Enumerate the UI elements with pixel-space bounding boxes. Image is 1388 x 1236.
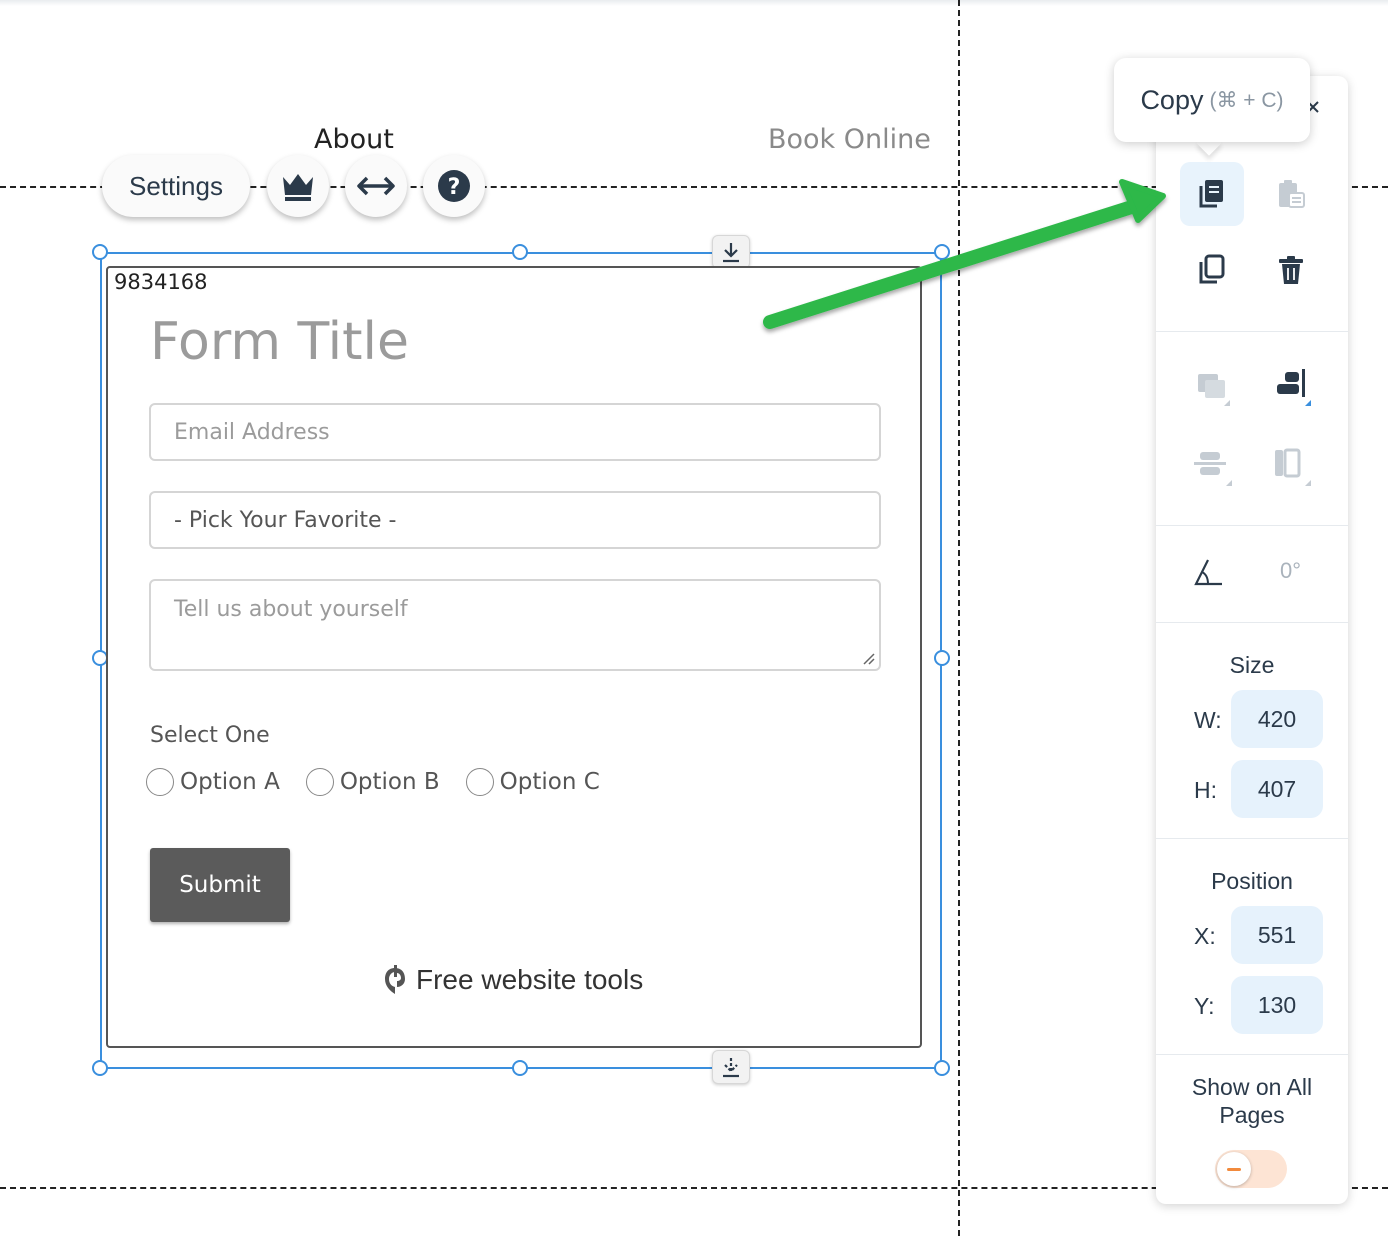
about-textarea[interactable]: Tell us about yourself [149, 579, 881, 671]
radio-button[interactable] [146, 768, 174, 796]
resize-handle-bottom-left[interactable] [92, 1060, 108, 1076]
horizontal-arrows-icon [357, 176, 395, 196]
radio-option-a[interactable]: Option A [146, 768, 280, 796]
nav-link-book-online[interactable]: Book Online [768, 124, 931, 155]
resize-handle-bottom[interactable] [512, 1060, 528, 1076]
width-label: W: [1194, 707, 1222, 733]
toggle-knob [1217, 1152, 1251, 1186]
align-right-icon [1277, 369, 1311, 406]
copy-tooltip: Copy (⌘ + C) [1114, 58, 1310, 142]
angle-icon [1194, 559, 1222, 586]
resize-handle-right[interactable] [934, 650, 950, 666]
tooltip-label: Copy [1140, 84, 1204, 115]
rotation-value[interactable]: 0° [1280, 558, 1301, 584]
height-input[interactable]: 407 [1231, 760, 1323, 818]
tooltip-shortcut: (⌘ + C) [1209, 88, 1284, 112]
guide-line-right [958, 0, 960, 1236]
submit-button[interactable]: Submit [150, 848, 290, 922]
radio-group: Option A Option B Option C [146, 768, 600, 796]
copy-icon [1199, 180, 1223, 208]
stretch-button[interactable] [345, 155, 407, 217]
radio-option-c[interactable]: Option C [465, 768, 600, 796]
nav-link-about[interactable]: About [314, 124, 394, 155]
power-logo-icon [385, 965, 405, 994]
x-label: X: [1194, 923, 1216, 949]
paste-icon [1279, 180, 1305, 208]
match-size-icon [1275, 448, 1311, 486]
anchor-bottom-button[interactable] [712, 1050, 750, 1084]
help-icon: ? [438, 170, 470, 202]
width-input[interactable]: 420 [1231, 690, 1323, 748]
copy-button[interactable] [1180, 162, 1244, 226]
panel-separator [1156, 525, 1348, 526]
align-button[interactable] [1259, 354, 1323, 418]
height-label: H: [1194, 777, 1217, 803]
align-center-icon [1194, 452, 1232, 486]
show-all-pages-toggle[interactable] [1215, 1150, 1287, 1188]
svg-text:?: ? [448, 175, 461, 200]
footer-text: Free website tools [416, 964, 644, 995]
radio-option-label: Option B [339, 769, 440, 795]
favorite-select[interactable]: - Pick Your Favorite - [149, 491, 881, 549]
duplicate-icon [1199, 254, 1225, 284]
resize-handle-top-left[interactable] [92, 244, 108, 260]
trash-icon [1279, 256, 1303, 284]
panel-separator [1156, 1054, 1348, 1055]
about-textarea-placeholder: Tell us about yourself [174, 597, 408, 622]
panel-separator [1156, 331, 1348, 332]
x-position-input[interactable]: 551 [1231, 906, 1323, 964]
radio-button[interactable] [305, 768, 334, 796]
radio-option-label: Option C [499, 769, 600, 795]
resize-handle-top-right[interactable] [934, 244, 950, 260]
position-label: Position [1211, 868, 1293, 894]
delete-button[interactable] [1259, 238, 1323, 302]
resize-handle-bottom-right[interactable] [934, 1060, 950, 1076]
form-title: Form Title [150, 312, 409, 372]
show-all-pages-label-line1: Show on All [1191, 1074, 1313, 1100]
email-field[interactable]: Email Address [149, 403, 881, 461]
resize-grip-icon[interactable] [861, 651, 875, 665]
duplicate-button[interactable] [1180, 238, 1244, 302]
free-website-tools-link[interactable]: Free website tools [384, 964, 643, 996]
element-tools-panel: 0° Size W: 420 H: 407 Position X: 551 Y:… [1156, 76, 1348, 1204]
anchor-top-button[interactable] [712, 235, 750, 269]
match-size-button[interactable] [1259, 434, 1323, 498]
panel-separator [1156, 838, 1348, 839]
top-shade [0, 0, 1388, 6]
minus-icon [1227, 1167, 1241, 1171]
distribute-button[interactable] [1180, 434, 1244, 498]
paste-button[interactable] [1259, 162, 1323, 226]
form-widget[interactable]: 9834168 Form Title Email Address - Pick … [106, 266, 922, 1048]
download-arrow-icon [723, 243, 739, 263]
panel-separator [1156, 622, 1348, 623]
crown-icon [283, 174, 313, 201]
show-all-pages-label-line2: Pages [1219, 1102, 1285, 1128]
download-arrow-icon [723, 1058, 739, 1078]
upgrade-button[interactable] [267, 155, 329, 217]
y-position-input[interactable]: 130 [1231, 976, 1323, 1034]
radio-option-b[interactable]: Option B [305, 768, 440, 796]
help-button[interactable]: ? [423, 155, 485, 217]
radio-group-label: Select One [150, 723, 270, 748]
size-label: Size [1229, 652, 1275, 678]
resize-handle-top[interactable] [512, 244, 528, 260]
radio-option-label: Option A [180, 769, 280, 795]
y-label: Y: [1194, 993, 1215, 1019]
layers-icon [1198, 374, 1230, 406]
arrange-button[interactable] [1180, 354, 1244, 418]
radio-button[interactable] [465, 768, 494, 796]
widget-id-label: 9834168 [114, 270, 208, 294]
rotate-button[interactable] [1176, 540, 1240, 604]
settings-button[interactable]: Settings [102, 155, 250, 217]
